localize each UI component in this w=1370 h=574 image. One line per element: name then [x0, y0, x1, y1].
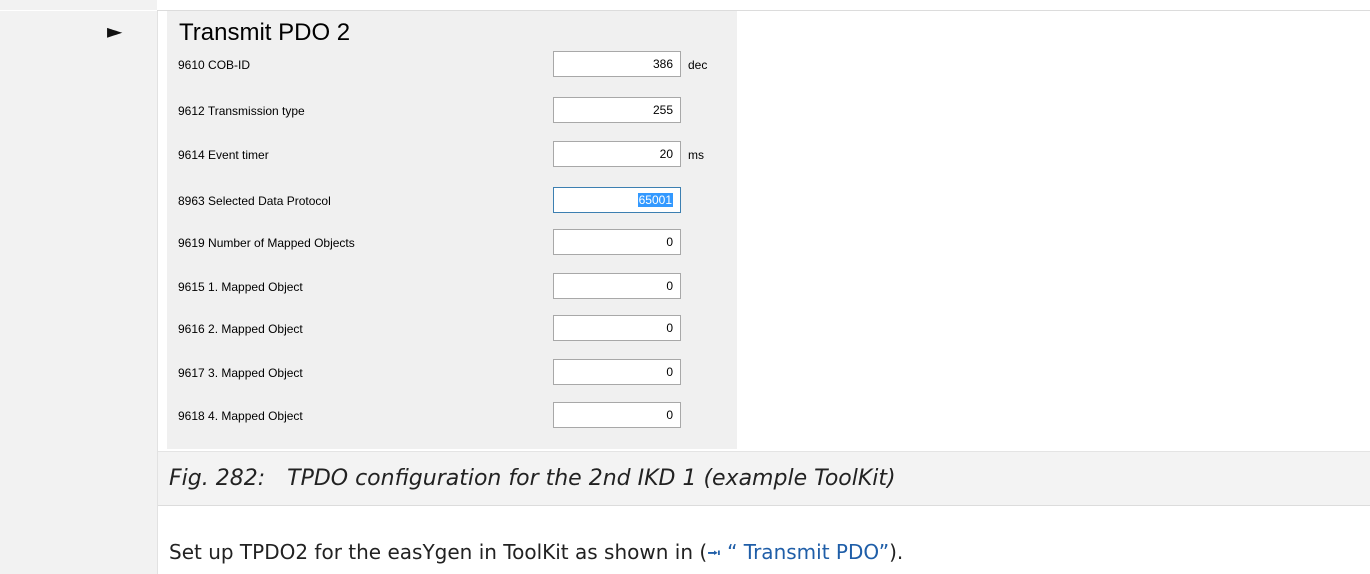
param-value-field[interactable]: 386: [553, 51, 681, 77]
instruction-text: Set up TPDO2 for the easYgen in ToolKit …: [169, 540, 708, 564]
instruction-text-end: ).: [889, 540, 904, 564]
param-label: 9617 3. Mapped Object: [178, 366, 303, 380]
param-unit: ms: [688, 148, 704, 162]
param-value-field[interactable]: 255: [553, 97, 681, 123]
left-gutter: [0, 11, 157, 574]
param-value-field[interactable]: 0: [553, 359, 681, 385]
param-row-mapped-object-3: 9617 3. Mapped Object 0: [167, 359, 737, 387]
param-value-field[interactable]: 0: [553, 273, 681, 299]
figure-caption-text: TPDO configuration for the 2nd IKD 1 (ex…: [287, 466, 896, 491]
param-row-cob-id: 9610 COB-ID 386 dec: [167, 51, 737, 79]
param-value-field[interactable]: 0: [553, 402, 681, 428]
panel-title: Transmit PDO 2: [179, 19, 351, 46]
figure-caption: Fig. 282: TPDO configuration for the 2nd …: [169, 465, 896, 493]
param-row-selected-data-protocol: 8963 Selected Data Protocol 65001: [167, 187, 737, 215]
param-value-field[interactable]: 0: [553, 315, 681, 341]
step-marker-icon: ►: [107, 19, 123, 43]
param-row-number-of-mapped-objects: 9619 Number of Mapped Objects 0: [167, 229, 737, 257]
param-row-mapped-object-2: 9616 2. Mapped Object 0: [167, 315, 737, 343]
cross-reference-link[interactable]: “ Transmit PDO”: [721, 540, 889, 564]
param-label: 9615 1. Mapped Object: [178, 280, 303, 294]
param-label: 9610 COB-ID: [178, 58, 251, 72]
param-row-event-timer: 9614 Event timer 20 ms: [167, 141, 737, 169]
param-label: 8963 Selected Data Protocol: [178, 194, 331, 208]
param-value-field[interactable]: 0: [553, 229, 681, 255]
toolkit-screenshot-panel: Transmit PDO 2 9610 COB-ID 386 dec 9612 …: [167, 11, 737, 449]
param-row-transmission-type: 9612 Transmission type 255: [167, 97, 737, 125]
param-unit: dec: [688, 58, 708, 72]
param-label: 9612 Transmission type: [178, 104, 305, 118]
cross-reference-arrow-icon[interactable]: ⭲: [707, 543, 721, 564]
param-label: 9616 2. Mapped Object: [178, 322, 303, 336]
param-row-mapped-object-1: 9615 1. Mapped Object 0: [167, 273, 737, 301]
param-label: 9618 4. Mapped Object: [178, 409, 303, 423]
top-band: [0, 0, 157, 10]
figure-caption-box: Fig. 282: TPDO configuration for the 2nd …: [158, 451, 1370, 506]
param-label: 9619 Number of Mapped Objects: [178, 236, 355, 250]
instruction-paragraph: Set up TPDO2 for the easYgen in ToolKit …: [169, 539, 903, 567]
param-row-mapped-object-4: 9618 4. Mapped Object 0: [167, 402, 737, 430]
param-label: 9614 Event timer: [178, 148, 269, 162]
figure-number: Fig. 282:: [169, 466, 266, 491]
selected-text: 65001: [637, 193, 673, 207]
param-value-field[interactable]: 20: [553, 141, 681, 167]
param-value-field-focused[interactable]: 65001: [553, 187, 681, 213]
